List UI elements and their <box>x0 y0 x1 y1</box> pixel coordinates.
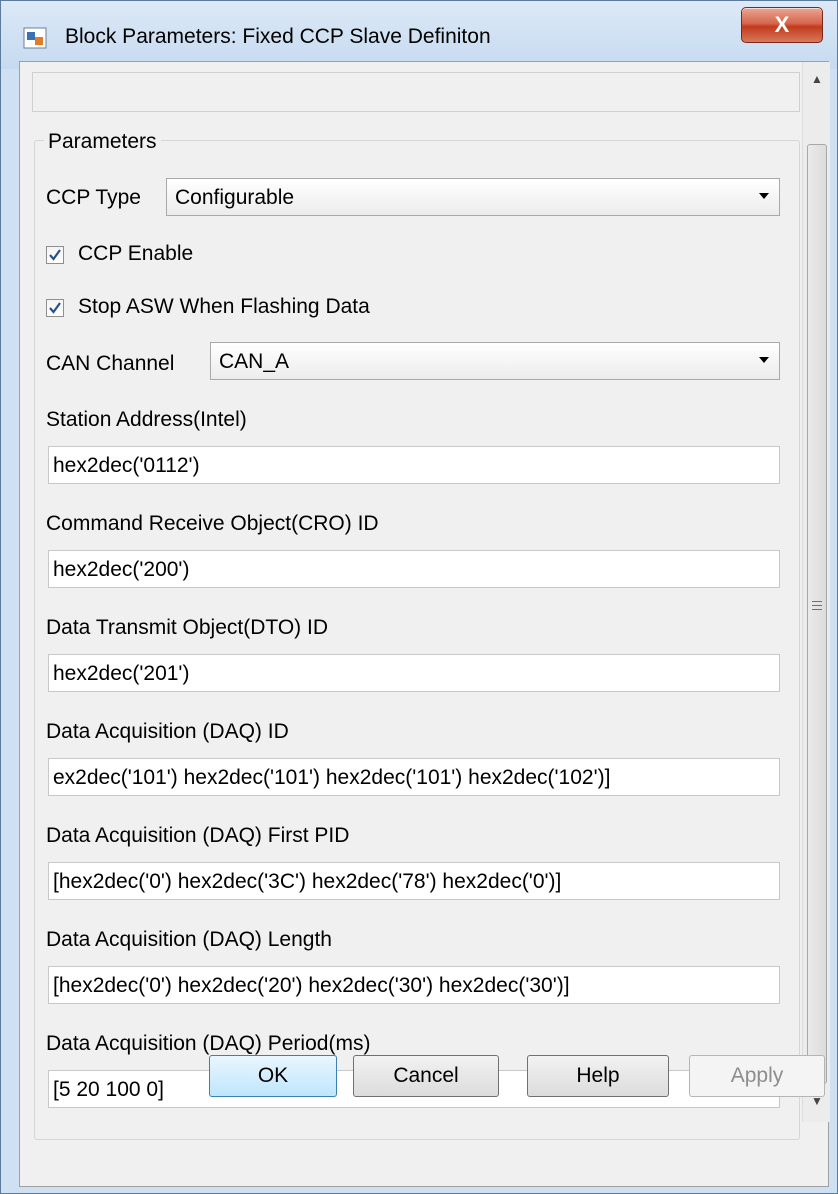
checkmark-icon <box>49 302 61 314</box>
dto-id-field[interactable]: hex2dec('201') <box>48 654 780 692</box>
cro-id-value: hex2dec('200') <box>53 558 190 581</box>
cancel-button[interactable]: Cancel <box>353 1055 499 1097</box>
checkmark-icon <box>49 249 61 261</box>
close-button[interactable]: X <box>741 7 823 43</box>
daq-first-pid-value: [hex2dec('0') hex2dec('3C') hex2dec('78'… <box>53 870 562 893</box>
description-panel <box>32 72 800 112</box>
can-channel-value: CAN_A <box>219 350 290 373</box>
ccp-type-dropdown[interactable]: Configurable <box>166 178 780 216</box>
station-address-label: Station Address(Intel) <box>46 408 247 431</box>
help-button[interactable]: Help <box>527 1055 669 1097</box>
ccp-type-value: Configurable <box>175 186 295 209</box>
grip-line <box>812 601 822 602</box>
daq-id-label: Data Acquisition (DAQ) ID <box>46 720 289 743</box>
stop-asw-label[interactable]: Stop ASW When Flashing Data <box>78 295 370 319</box>
dto-id-label: Data Transmit Object(DTO) ID <box>46 616 329 639</box>
daq-id-field[interactable]: ex2dec('101') hex2dec('101') hex2dec('10… <box>48 758 780 796</box>
ok-button[interactable]: OK <box>209 1055 337 1097</box>
can-channel-dropdown[interactable]: CAN_A <box>210 342 780 380</box>
can-channel-label: CAN Channel <box>46 352 175 375</box>
apply-button[interactable]: Apply <box>689 1055 825 1097</box>
scroll-thumb[interactable] <box>807 144 827 1084</box>
cro-id-label: Command Receive Object(CRO) ID <box>46 512 379 535</box>
daq-first-pid-field[interactable]: [hex2dec('0') hex2dec('3C') hex2dec('78'… <box>48 862 780 900</box>
dialog-client: ▲ ▼ Parameters CCP Type Configurable CCP… <box>19 61 830 1187</box>
station-address-value: hex2dec('0112') <box>53 454 200 477</box>
parameters-group-label: Parameters <box>44 130 161 154</box>
chevron-down-icon <box>759 193 769 199</box>
daq-period-value: [5 20 100 0] <box>53 1078 164 1101</box>
chevron-down-icon <box>759 357 769 363</box>
scroll-up-icon[interactable]: ▲ <box>803 64 831 94</box>
grip-line <box>812 609 822 610</box>
dto-id-value: hex2dec('201') <box>53 662 190 685</box>
stop-asw-checkbox[interactable] <box>46 299 64 317</box>
daq-length-field[interactable]: [hex2dec('0') hex2dec('20') hex2dec('30'… <box>48 966 780 1004</box>
daq-length-label: Data Acquisition (DAQ) Length <box>46 928 332 951</box>
cro-id-field[interactable]: hex2dec('200') <box>48 550 780 588</box>
ccp-type-label: CCP Type <box>46 186 141 209</box>
window-title: Block Parameters: Fixed CCP Slave Defini… <box>65 25 491 48</box>
daq-first-pid-label: Data Acquisition (DAQ) First PID <box>46 824 350 847</box>
simulink-block-icon <box>23 27 47 49</box>
dialog-window: Block Parameters: Fixed CCP Slave Defini… <box>0 0 838 1194</box>
vertical-scrollbar[interactable]: ▲ ▼ <box>802 62 830 1122</box>
daq-period-label: Data Acquisition (DAQ) Period(ms) <box>46 1032 371 1055</box>
daq-id-value: ex2dec('101') hex2dec('101') hex2dec('10… <box>53 766 611 789</box>
ccp-enable-checkbox[interactable] <box>46 246 64 264</box>
grip-line <box>812 605 822 606</box>
ccp-enable-label[interactable]: CCP Enable <box>78 242 193 266</box>
title-bar[interactable]: Block Parameters: Fixed CCP Slave Defini… <box>1 1 837 69</box>
station-address-field[interactable]: hex2dec('0112') <box>48 446 780 484</box>
daq-length-value: [hex2dec('0') hex2dec('20') hex2dec('30'… <box>53 974 570 997</box>
